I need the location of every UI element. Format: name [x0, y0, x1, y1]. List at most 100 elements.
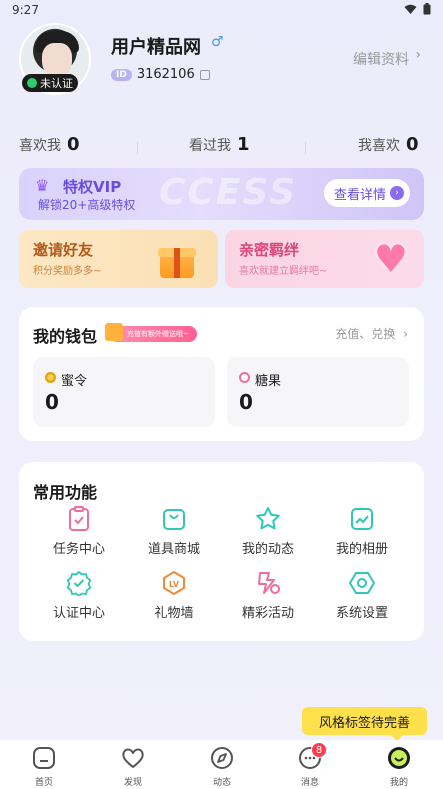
intimate-bond-card[interactable]: 亲密羁绊 喜欢就建立羁绊吧~ ♥: [225, 230, 424, 288]
stats-row: 喜欢我 0 看过我 1 我喜欢 0: [0, 134, 443, 158]
user-id-row: ID 3162106: [111, 67, 210, 82]
profile-header: 未认证 用户精品网 ♂ ID 3162106 编辑资料 ›: [0, 20, 443, 130]
male-gender-icon: ♂: [211, 34, 224, 50]
wifi-icon: [404, 4, 417, 14]
tab-home[interactable]: 首页: [14, 744, 74, 788]
wallet-item-label: 蜜令: [61, 374, 88, 389]
tab-label: 发现: [123, 778, 142, 788]
stat-viewed-me[interactable]: 看过我 1: [189, 134, 250, 155]
status-bar: 9:27: [0, 0, 443, 20]
tab-messages[interactable]: 8 消息: [280, 742, 340, 788]
settings-icon: [349, 570, 375, 596]
wallet-item-label: 糖果: [255, 374, 282, 389]
wallet-item-candy[interactable]: 糖果 0: [227, 357, 409, 427]
bottom-tab-bar: 首页 发现 动态 8 消息 我的: [0, 740, 443, 789]
vip-details-button[interactable]: 查看详情 ›: [323, 179, 410, 207]
verify-label: 未认证: [40, 77, 73, 90]
heart-icon: ♥: [373, 237, 408, 281]
func-label: 我的动态: [241, 542, 294, 557]
tab-moments[interactable]: 动态: [192, 744, 252, 788]
wallet-item-miling[interactable]: 蜜令 0: [33, 357, 215, 427]
lv-icon: LV: [161, 570, 187, 596]
tab-me[interactable]: 我的: [369, 744, 429, 788]
bond-subtitle: 喜欢就建立羁绊吧~: [239, 266, 328, 277]
wallet-item-value: 0: [239, 390, 253, 414]
star-icon: [255, 506, 281, 532]
tab-label: 动态: [212, 778, 231, 788]
wallet-card: 我的钱包 充值有额外赠送哦~ 充值、兑换 › 蜜令 0 糖果 0: [19, 307, 424, 441]
coin-icon: [45, 372, 56, 383]
tab-label: 消息: [300, 778, 319, 788]
func-label: 任务中心: [52, 542, 105, 557]
divider: [137, 142, 138, 154]
divider: [305, 142, 306, 154]
stat-label: 看过我: [189, 138, 231, 154]
invite-title: 邀请好友: [33, 241, 94, 259]
func-gift-wall[interactable]: LV 礼物墙: [134, 570, 214, 621]
functions-title: 常用功能: [33, 483, 98, 502]
func-item-shop[interactable]: 道具商城: [134, 506, 214, 557]
candy-icon: [239, 372, 250, 383]
status-time: 9:27: [12, 3, 39, 17]
chevron-right-icon: ›: [415, 47, 421, 63]
check-icon: [27, 78, 37, 88]
wallet-promo-tag: 充值有额外赠送哦~: [105, 323, 197, 342]
func-label: 系统设置: [335, 606, 388, 621]
vip-subtitle: 解锁20+高级特权: [38, 198, 136, 212]
func-my-moments[interactable]: 我的动态: [228, 506, 308, 557]
wallet-tag-text: 充值有额外赠送哦~: [127, 330, 189, 338]
wallet-item-value: 0: [45, 390, 59, 414]
func-settings[interactable]: 系统设置: [322, 570, 402, 621]
username: 用户精品网: [111, 37, 201, 58]
compass-icon: [208, 744, 236, 772]
task-icon: [66, 506, 92, 532]
tab-label: 首页: [34, 778, 53, 788]
user-id-value: 3162106: [136, 67, 195, 82]
func-task-center[interactable]: 任务中心: [39, 506, 119, 557]
stat-value: 0: [406, 134, 419, 155]
profile-icon: [385, 744, 413, 772]
stat-i-liked[interactable]: 我喜欢 0: [358, 134, 419, 155]
func-label: 我的相册: [335, 542, 388, 557]
vip-details-label: 查看详情: [333, 187, 386, 203]
crown-icon: ♛: [35, 176, 50, 195]
svg-text:LV: LV: [169, 580, 180, 589]
style-tag-toast[interactable]: 风格标签待完善: [302, 707, 427, 741]
verified-badge-icon: [66, 570, 92, 596]
stat-liked-me[interactable]: 喜欢我 0: [19, 134, 80, 155]
stat-label: 我喜欢: [358, 138, 400, 154]
unread-badge: 8: [311, 742, 327, 758]
bond-title: 亲密羁绊: [239, 241, 300, 259]
func-events[interactable]: 精彩活动: [228, 570, 308, 621]
shopping-bag-icon: [161, 506, 187, 532]
tab-discover[interactable]: 发现: [103, 744, 163, 788]
vip-title: 特权VIP: [63, 178, 122, 196]
vip-banner[interactable]: CCESS ♛ 特权VIP 解锁20+高级特权 查看详情 ›: [19, 168, 424, 220]
activity-icon: [255, 570, 281, 596]
tab-label: 我的: [389, 778, 408, 788]
heart-icon: [119, 744, 147, 772]
func-verification-center[interactable]: 认证中心: [39, 570, 119, 621]
copy-icon[interactable]: [199, 69, 210, 80]
common-functions-card: 常用功能 任务中心 道具商城 我的动态 我的相册 认证中心 LV 礼物墙 精彩活…: [19, 462, 424, 641]
verify-status-badge[interactable]: 未认证: [22, 74, 78, 92]
gift-icon: [105, 323, 123, 341]
status-icons: [404, 3, 431, 15]
func-my-album[interactable]: 我的相册: [322, 506, 402, 557]
stat-label: 喜欢我: [19, 138, 61, 154]
gift-box-icon: [158, 242, 196, 280]
vip-watermark: CCESS: [159, 172, 298, 213]
id-tag: ID: [111, 68, 132, 81]
chevron-right-icon: ›: [403, 327, 408, 341]
recharge-link[interactable]: 充值、兑换 ›: [335, 325, 408, 342]
func-label: 精彩活动: [241, 606, 294, 621]
invite-friends-card[interactable]: 邀请好友 积分奖励多多~: [19, 230, 218, 288]
func-label: 礼物墙: [154, 606, 194, 621]
edit-profile-link[interactable]: 编辑资料: [353, 49, 409, 69]
recharge-label: 充值、兑换: [335, 327, 396, 341]
func-label: 认证中心: [52, 606, 105, 621]
func-label: 道具商城: [147, 542, 200, 557]
battery-icon: [423, 3, 431, 15]
stat-value: 0: [67, 134, 80, 155]
invite-subtitle: 积分奖励多多~: [33, 266, 102, 277]
